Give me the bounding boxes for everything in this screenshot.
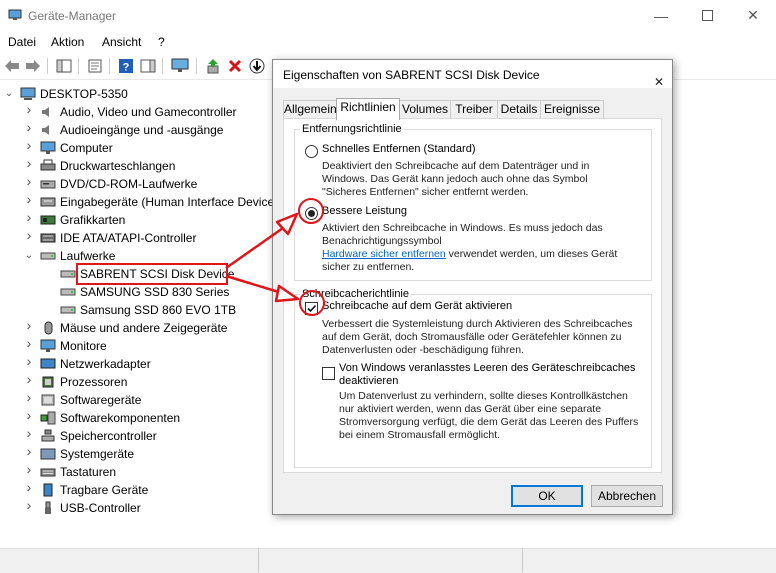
annotation-arrow (225, 274, 283, 295)
annotation-arrows (225, 212, 300, 303)
annotation-arrow (225, 226, 284, 270)
annotation-arrow-head (274, 284, 300, 303)
tab-richtlinien[interactable]: Richtlinien (336, 98, 400, 120)
